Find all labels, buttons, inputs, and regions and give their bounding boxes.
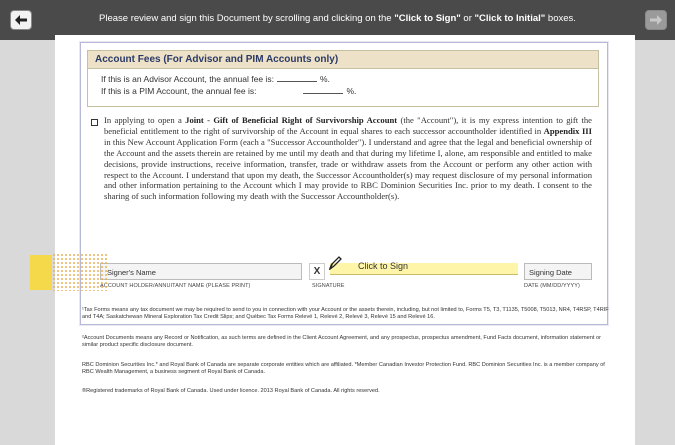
document-page: Account Fees (For Advisor and PIM Accoun… xyxy=(55,35,635,445)
pim-fee-line: If this is a PIM Account, the annual fee… xyxy=(88,84,598,96)
account-fees-box: Account Fees (For Advisor and PIM Accoun… xyxy=(87,50,599,107)
instruction-click-to-sign: "Click to Sign" xyxy=(394,13,461,24)
para-text-3: in this New Account Application Form (ea… xyxy=(104,136,592,202)
sticky-note-dots xyxy=(52,253,107,291)
joint-gift-paragraph: In applying to open a Joint - Gift of Be… xyxy=(104,115,592,202)
instruction-text-or: or xyxy=(460,13,475,24)
account-fees-header: Account Fees (For Advisor and PIM Accoun… xyxy=(88,51,598,69)
instruction-click-to-initial: "Click to Initial" xyxy=(474,13,546,24)
footnote-rbc-entities: RBC Dominion Securities Inc.* and Royal … xyxy=(82,362,605,376)
pim-fee-label: If this is a PIM Account, the annual fee… xyxy=(101,86,257,96)
instruction-message: Please review and sign this Document by … xyxy=(40,13,635,24)
para-bold-2: Appendix III xyxy=(543,125,592,136)
advisor-fee-line: If this is an Advisor Account, the annua… xyxy=(88,69,598,84)
signing-date-field[interactable]: Signing Date xyxy=(524,263,592,280)
advisor-fee-percent: %. xyxy=(319,74,330,84)
advisor-fee-blank xyxy=(276,81,317,82)
signer-name-caption: ACCOUNT HOLDER/ANNUITANT NAME (PLEASE PR… xyxy=(100,283,251,289)
instruction-bar: Please review and sign this Document by … xyxy=(0,0,675,40)
joint-gift-checkbox[interactable] xyxy=(91,119,98,126)
signature-caption: SIGNATURE xyxy=(312,283,345,289)
pen-icon xyxy=(328,256,342,270)
footnote-trademarks: ®Registered trademarks of Royal Bank of … xyxy=(82,388,380,394)
advisor-fee-label: If this is an Advisor Account, the annua… xyxy=(101,74,274,84)
instruction-text-end: boxes. xyxy=(545,13,576,24)
para-bold-1: Joint - Gift of Beneficial Right of Surv… xyxy=(185,115,398,125)
click-to-sign-label: Click to Sign xyxy=(358,261,409,271)
footnote-tax-forms: ¹Tax Forms means any tax document we may… xyxy=(82,307,609,321)
back-button[interactable] xyxy=(10,10,32,30)
arrow-right-icon xyxy=(650,15,662,25)
instruction-text: Please review and sign this Document by … xyxy=(99,13,395,24)
footnote-account-documents: ²Account Documents means any Record or N… xyxy=(82,335,601,349)
pim-fee-percent: %. xyxy=(346,86,357,96)
signer-name-field[interactable]: Signer's Name xyxy=(100,263,302,280)
date-caption: DATE (MM/DD/YYYY) xyxy=(524,283,580,289)
pim-fee-blank xyxy=(303,93,344,94)
click-to-sign-field[interactable]: Click to Sign xyxy=(328,256,518,275)
signature-x-mark: X xyxy=(309,263,325,280)
sticky-note-flag[interactable] xyxy=(30,255,52,290)
arrow-left-icon xyxy=(15,15,27,25)
para-text-1: In applying to open a xyxy=(104,115,186,125)
forward-button[interactable] xyxy=(645,10,667,30)
